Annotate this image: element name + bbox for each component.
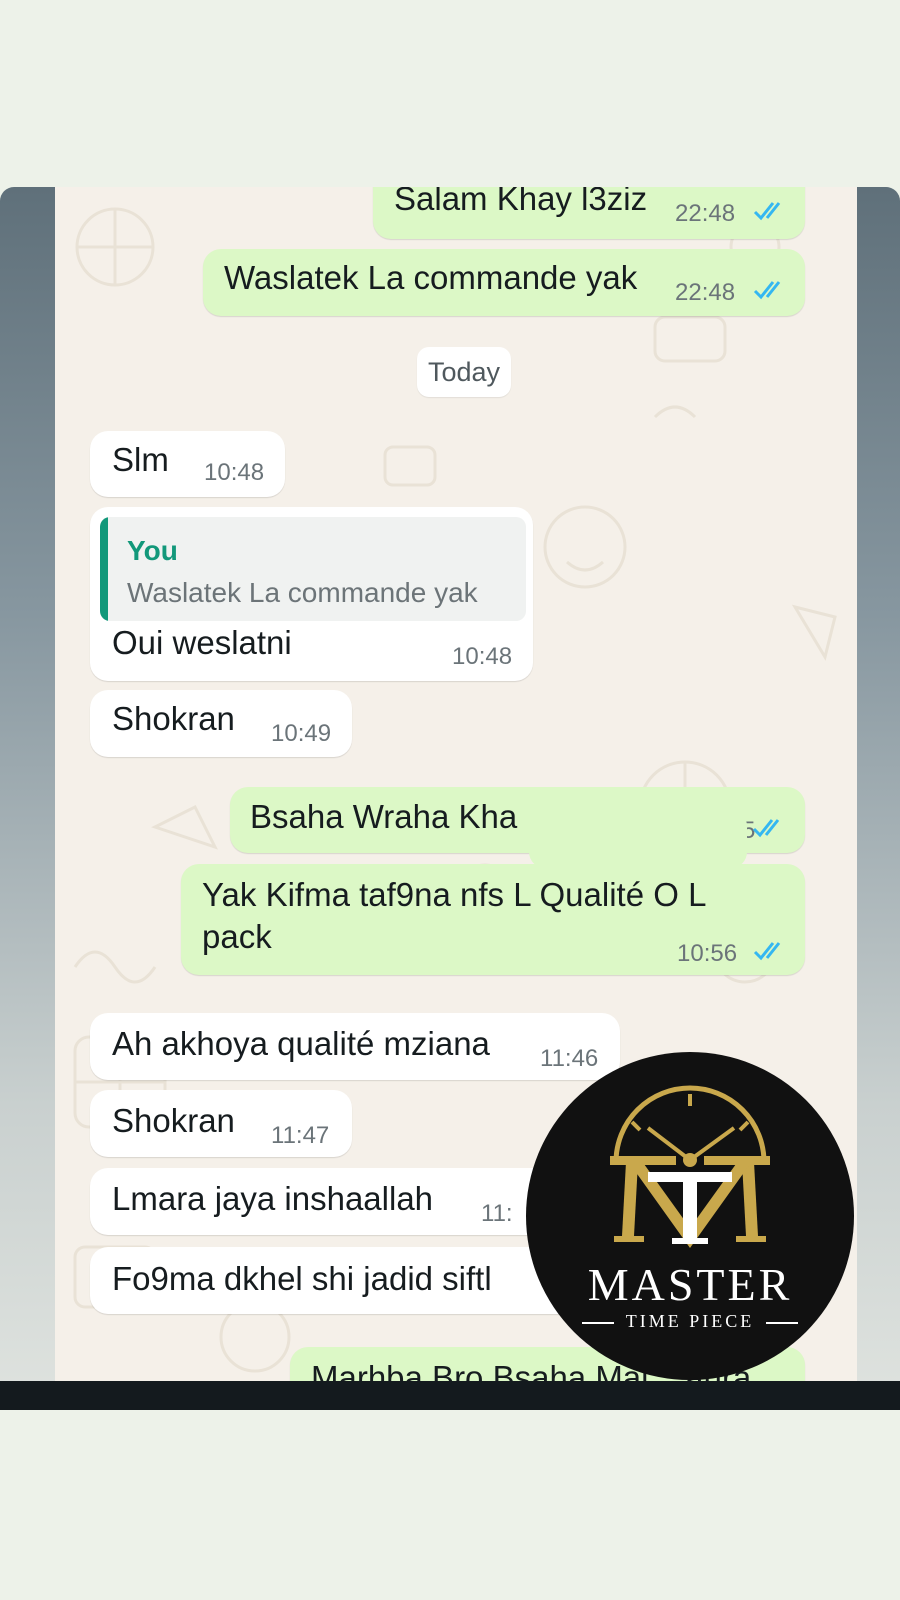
- message-time: 10:48: [452, 643, 513, 670]
- message-text: Oui weslatni: [112, 624, 292, 661]
- message-text: Shokran: [112, 700, 235, 737]
- double-check-icon: [752, 819, 780, 838]
- reply-quote-bar: [100, 517, 108, 621]
- message-bubble-outgoing[interactable]: Salam Khay l3ziz 22:48: [373, 187, 805, 239]
- message-time: 10:49: [271, 720, 332, 747]
- message-text: Lmara jaya inshaallah: [112, 1180, 434, 1217]
- bottom-bar: [0, 1381, 900, 1410]
- message-text: Slm: [112, 441, 169, 478]
- message-text: Ah akhoya qualité mziana: [112, 1025, 490, 1062]
- double-check-icon: [753, 281, 781, 300]
- double-check-icon: [753, 942, 781, 961]
- divider-line: [766, 1322, 798, 1324]
- brand-tagline: TIME PIECE: [625, 1311, 755, 1331]
- reply-author: You: [127, 535, 178, 566]
- message-text-line: Yak Kifma taf9na nfs L Qualité O L: [202, 876, 707, 913]
- master-time-piece-logo: MASTER TIME PIECE: [526, 1052, 854, 1380]
- message-text: Bsaha Wraha Kha: [250, 798, 518, 835]
- date-divider: Today: [417, 347, 511, 397]
- message-bubble-outgoing[interactable]: Waslatek La commande yak 22:48: [203, 249, 805, 316]
- message-bubble-outgoing[interactable]: Yak Kifma taf9na nfs L Qualité O L pack …: [181, 864, 805, 975]
- message-time: 11:: [481, 1200, 513, 1227]
- message-text-line: pack: [202, 918, 272, 955]
- double-check-icon: [753, 202, 781, 221]
- message-time: 10:56: [677, 940, 738, 967]
- message-text: Waslatek La commande yak: [224, 259, 638, 296]
- message-time: 22:48: [675, 279, 736, 306]
- message-bubble-incoming[interactable]: Slm 10:48: [90, 431, 285, 497]
- message-bubble-incoming[interactable]: You Waslatek La commande yak Oui weslatn…: [90, 507, 533, 681]
- message-text: Salam Khay l3ziz: [394, 187, 648, 217]
- message-time: 10:48: [204, 459, 265, 486]
- message-text: Shokran: [112, 1102, 235, 1139]
- message-bubble-incoming[interactable]: Shokran 10:49: [90, 690, 352, 757]
- brand-name: MASTER: [587, 1259, 793, 1310]
- message-text: Fo9ma dkhel shi jadid siftl: [112, 1260, 492, 1297]
- reply-quote[interactable]: You Waslatek La commande yak: [100, 517, 526, 621]
- message-time: 11:47: [271, 1122, 330, 1149]
- message-bubble-incoming[interactable]: Lmara jaya inshaallah 11:: [90, 1168, 550, 1235]
- message-bubble-incoming[interactable]: Shokran 11:47: [90, 1090, 352, 1157]
- reply-text: Waslatek La commande yak: [127, 577, 478, 608]
- message-time: 22:48: [675, 200, 736, 227]
- redaction-patch: [529, 810, 747, 868]
